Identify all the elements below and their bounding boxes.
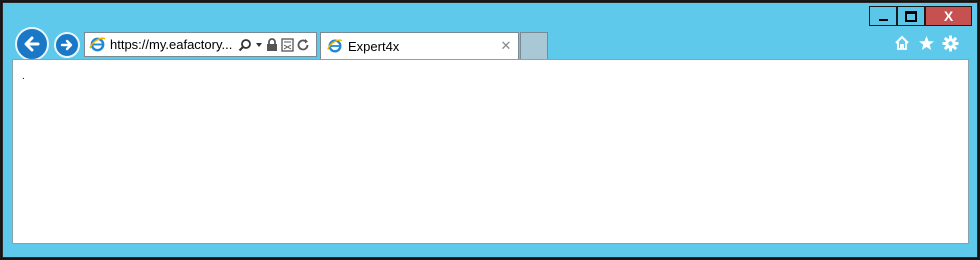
close-window-button[interactable]: X	[925, 6, 972, 26]
minimize-button[interactable]	[869, 6, 897, 26]
tab-title: Expert4x	[348, 38, 400, 54]
chevron-down-icon[interactable]	[255, 41, 263, 49]
page-content: .	[12, 59, 969, 244]
forward-button[interactable]	[54, 32, 80, 58]
refresh-icon[interactable]	[297, 38, 310, 52]
command-icons	[893, 34, 959, 52]
back-button[interactable]	[15, 27, 49, 61]
lock-icon[interactable]	[266, 37, 278, 52]
home-icon[interactable]	[893, 34, 911, 52]
maximize-icon	[905, 10, 917, 22]
compatibility-view-icon[interactable]	[281, 37, 294, 52]
address-tools	[238, 37, 310, 52]
ie-favicon-icon	[89, 37, 106, 52]
gear-icon[interactable]	[941, 34, 959, 52]
browser-window: X https://my.eafactory.... Expert4x ✕ .	[0, 0, 980, 260]
close-tab-icon[interactable]: ✕	[499, 38, 513, 53]
maximize-button[interactable]	[897, 6, 925, 26]
star-icon[interactable]	[917, 34, 935, 52]
address-url[interactable]: https://my.eafactory....	[110, 37, 232, 52]
page-text: .	[22, 71, 25, 82]
new-tab-button[interactable]	[520, 32, 548, 59]
search-icon[interactable]	[238, 38, 252, 52]
close-window-label: X	[943, 8, 954, 24]
arrow-right-icon	[60, 39, 73, 51]
minimize-icon	[878, 18, 888, 21]
ie-favicon-icon	[327, 39, 343, 53]
address-bar[interactable]: https://my.eafactory....	[84, 32, 317, 57]
caption-buttons: X	[869, 6, 972, 26]
arrow-left-icon	[24, 36, 40, 52]
tab-expert4x[interactable]: Expert4x ✕	[320, 32, 519, 59]
